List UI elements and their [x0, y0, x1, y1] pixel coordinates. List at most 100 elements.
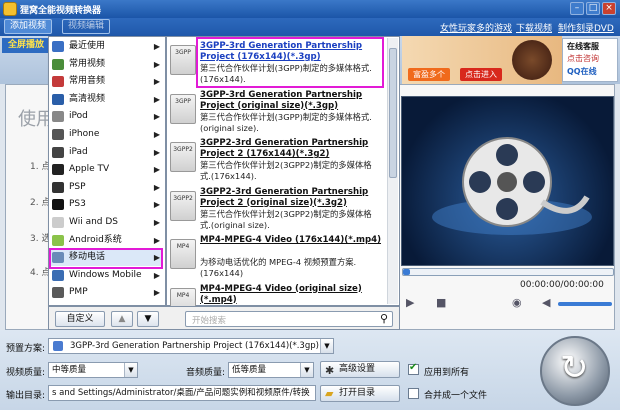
app-logo-icon	[3, 2, 17, 16]
category-label: 常用音频	[69, 76, 106, 87]
qq-online-label[interactable]: QQ在线	[567, 66, 597, 77]
format-title: 3GPP2-3rd Generation Partnership Project…	[200, 138, 369, 159]
film-reel-icon	[432, 137, 592, 235]
category-item[interactable]: Windows Mobile ▶	[49, 267, 163, 284]
merge-checkbox[interactable]	[408, 388, 419, 399]
volume-slider[interactable]	[558, 302, 612, 306]
fullscreen-button[interactable]: 全屏播放	[2, 38, 50, 53]
category-item[interactable]: PSP ▶	[49, 179, 163, 196]
top-link-download[interactable]: 下载视频	[516, 21, 552, 34]
submenu-arrow-icon: ▶	[153, 112, 160, 122]
camera-icon[interactable]: ◉	[512, 296, 522, 309]
output-dir-input[interactable]: s and Settings/Administrator/桌面/产品问题实例和视…	[48, 385, 316, 401]
category-label: Apple TV	[69, 164, 110, 175]
ad-button-2[interactable]: 点击进入	[460, 68, 502, 81]
format-title: MP4-MPEG-4 Video (original size)(*.mp4)	[200, 283, 362, 305]
category-item[interactable]: Apple TV ▶	[49, 161, 163, 178]
maximize-button[interactable]: □	[586, 2, 600, 15]
submenu-arrow-icon: ▶	[153, 270, 160, 280]
top-link-games[interactable]: 女性玩家多的游戏	[440, 21, 512, 34]
format-title: MP4-MPEG-4 Video (176x144)(*.mp4)	[200, 235, 382, 245]
format-item[interactable]: MP4 MP4-MPEG-4 Video (176x144)(*.mp4) 为移动电…	[170, 233, 382, 281]
audio-quality-dropdown-arrow-icon[interactable]: ▼	[300, 363, 313, 377]
format-description: 为移动电话优化的 MPEG-4 视频预置方案.(176x144)	[200, 257, 357, 278]
open-folder-button[interactable]: ▰ 打开目录	[320, 385, 400, 402]
category-item[interactable]: PMP ▶	[49, 284, 163, 301]
preset-dropdown-arrow-icon[interactable]: ▼	[320, 339, 333, 353]
submenu-arrow-icon: ▶	[153, 147, 160, 157]
submenu-arrow-icon: ▶	[153, 218, 160, 227]
convert-button[interactable]: ↻	[540, 336, 610, 406]
gear-icon: ✱	[325, 364, 335, 377]
audio-quality-value: 低等质量	[232, 365, 267, 375]
category-item[interactable]: PS3 ▶	[49, 196, 163, 213]
submenu-arrow-icon: ▶	[153, 288, 160, 298]
category-item[interactable]: Android系统 ▶	[49, 232, 163, 249]
title-bar: 狸窝全能视频转换器 – □ ×	[0, 0, 620, 18]
category-icon	[52, 164, 64, 176]
play-icon[interactable]: ▶	[406, 296, 414, 309]
category-label: Windows Mobile	[69, 269, 142, 280]
advanced-settings-button[interactable]: ✱ 高级设置	[320, 361, 400, 378]
category-item[interactable]: 高清视频 ▶	[49, 91, 163, 108]
video-quality-select[interactable]: 中等质量 ▼	[48, 362, 138, 378]
ad-button-1[interactable]: 富盈多个	[408, 68, 450, 81]
format-description: 第三代合作伙伴计划2(3GPP2)制定的多媒体格式.(176x144).	[200, 160, 372, 181]
online-service-label: 在线客服	[567, 42, 599, 51]
stop-icon[interactable]: ■	[436, 296, 446, 309]
menu-bottom-bar: 自定义 ▲ ▼ 开始搜索 ⚲	[48, 306, 400, 330]
category-icon	[52, 287, 64, 299]
format-file-icon: 3GPP	[170, 45, 196, 75]
click-consult-label[interactable]: 点击咨询	[567, 53, 599, 64]
submenu-arrow-icon: ▶	[153, 182, 160, 192]
category-item[interactable]: 常用音频 ▶	[49, 73, 163, 90]
category-item[interactable]: 常用视频 ▶	[49, 56, 163, 73]
category-label: iPad	[69, 146, 88, 157]
category-label: 常用视频	[69, 58, 106, 69]
seek-bar[interactable]	[402, 268, 614, 276]
category-item[interactable]: 最近使用 ▶	[49, 38, 163, 55]
online-service-panel[interactable]: 在线客服 点击咨询 QQ在线	[562, 38, 618, 82]
format-item[interactable]: 3GPP2 3GPP2-3rd Generation Partnership Pr…	[170, 136, 380, 184]
phone-icon	[53, 341, 63, 351]
video-preview	[401, 96, 614, 266]
category-item[interactable]: Wii and DS ▶	[49, 214, 163, 231]
preset-select[interactable]: 3GPP-3rd Generation Partnership Project …	[48, 338, 334, 354]
video-quality-dropdown-arrow-icon[interactable]: ▼	[124, 363, 137, 377]
move-down-button[interactable]: ▼	[137, 311, 159, 327]
minimize-button[interactable]: –	[570, 2, 584, 15]
search-icon[interactable]: ⚲	[380, 312, 388, 325]
format-file-icon: 3GPP2	[170, 190, 196, 221]
scrollbar-thumb[interactable]	[389, 48, 397, 178]
move-up-button[interactable]: ▲	[111, 311, 133, 327]
search-box[interactable]: 开始搜索 ⚲	[185, 311, 393, 327]
close-button[interactable]: ×	[602, 2, 616, 15]
category-label: PMP	[69, 287, 88, 298]
format-item[interactable]: 3GPP2 3GPP2-3rd Generation Partnership Pr…	[170, 185, 380, 233]
customize-button[interactable]: 自定义	[55, 311, 105, 327]
category-label: PSP	[69, 181, 86, 192]
category-label: Android系统	[69, 234, 122, 245]
format-scrollbar[interactable]	[387, 38, 398, 304]
add-video-button[interactable]: 添加视频	[4, 19, 53, 34]
format-file-icon: MP4	[170, 239, 196, 269]
category-item[interactable]: iPhone ▶	[49, 126, 163, 143]
category-item[interactable]: iPad ▶	[49, 144, 163, 161]
audio-quality-select[interactable]: 低等质量 ▼	[228, 362, 314, 378]
format-file-icon: 3GPP	[170, 93, 196, 124]
advanced-settings-label: 高级设置	[339, 364, 376, 374]
submenu-arrow-icon: ▶	[153, 94, 160, 104]
format-item[interactable]: 3GPP 3GPP-3rd Generation Partnership Proj…	[170, 88, 380, 136]
ad-character-image	[512, 40, 552, 80]
apply-all-checkbox[interactable]: ✔	[408, 362, 419, 375]
volume-icon[interactable]: ◀	[542, 296, 550, 309]
edit-video-button[interactable]: 视频编辑	[62, 19, 111, 34]
category-item[interactable]: iPod ▶	[49, 108, 163, 125]
ad-banner[interactable]: 富盈多个 点击进入	[402, 36, 562, 84]
top-link-dvd[interactable]: 制作刻录DVD	[558, 21, 614, 34]
player-controls: ▶ ■ ◉ ◀	[402, 294, 614, 312]
format-description: 第三代合作伙伴计划2(3GPP2)制定的多媒体格式.(original size…	[200, 208, 372, 230]
output-dir-value: s and Settings/Administrator/桌面/产品问题实例和视…	[52, 388, 310, 398]
convert-refresh-icon: ↻	[560, 348, 589, 388]
seek-handle[interactable]	[403, 269, 410, 275]
